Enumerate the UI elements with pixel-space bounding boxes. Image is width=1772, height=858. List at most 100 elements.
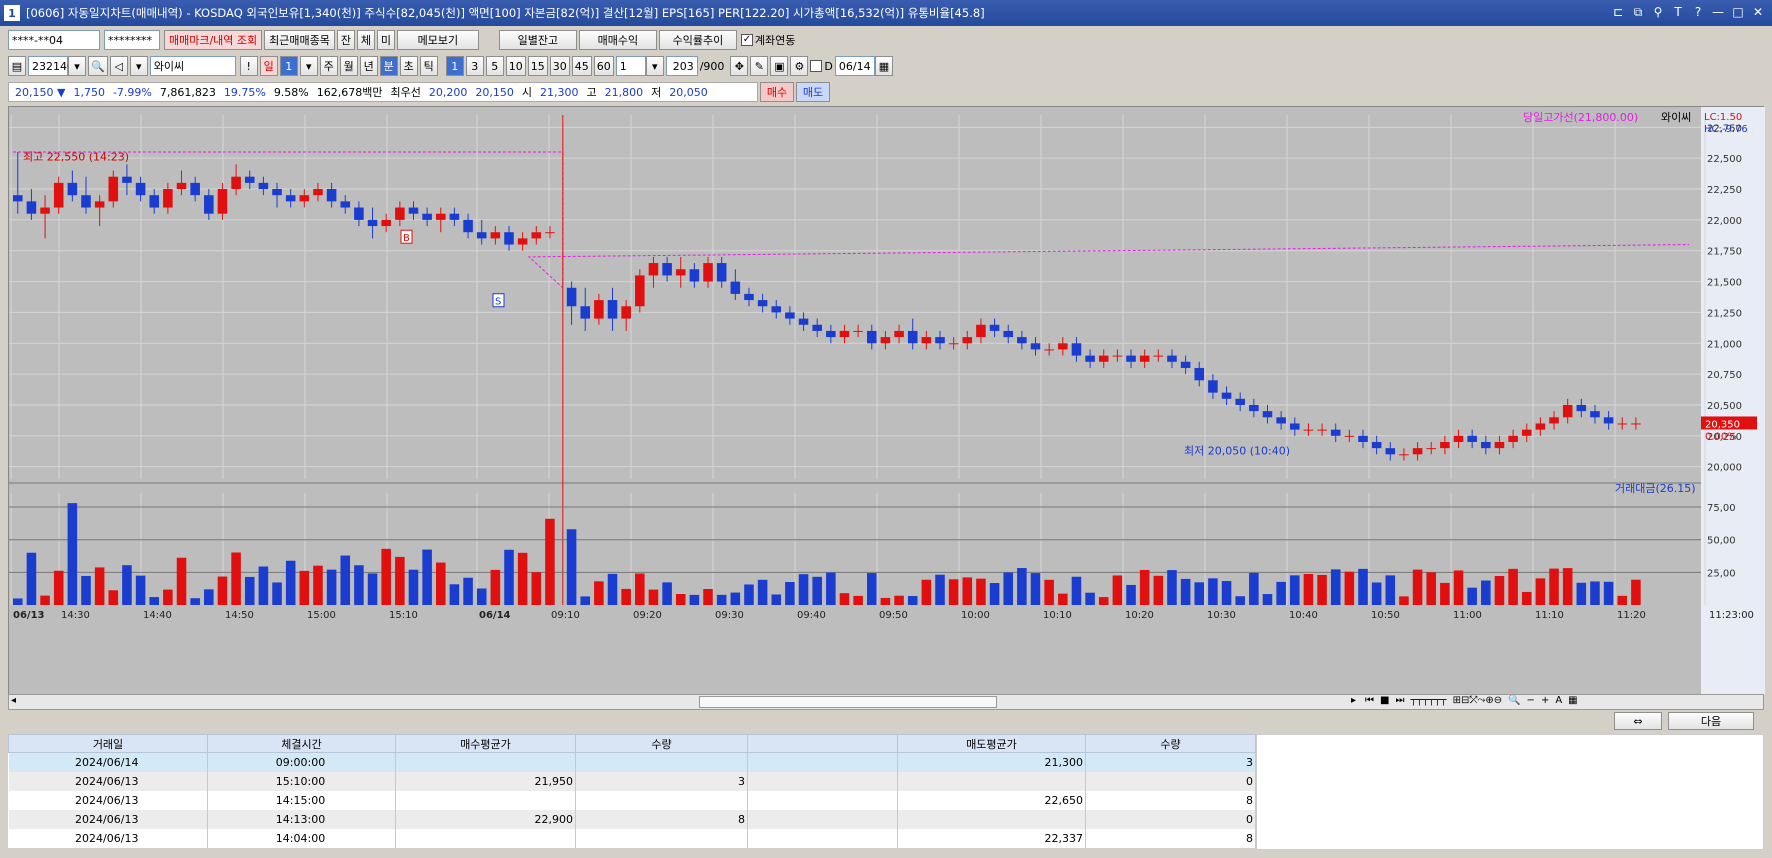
zoom-in-icon[interactable]: 🔍: [1508, 695, 1520, 706]
close-icon[interactable]: ✕: [1750, 4, 1766, 20]
chart-area[interactable]: 22,750 22,500 22,250 22,000 21,750 21,500 21,2…: [8, 106, 1765, 695]
column-header[interactable]: 수량: [1085, 734, 1256, 753]
balance-button[interactable]: 잔: [336, 30, 355, 50]
column-header[interactable]: 수량: [575, 734, 748, 753]
checkbox-checked-icon[interactable]: ✓: [740, 34, 753, 46]
period-second[interactable]: 초: [399, 56, 418, 76]
minute-60[interactable]: 60: [593, 56, 614, 76]
volume-bar: [1071, 576, 1082, 605]
minimize-icon[interactable]: —: [1710, 4, 1726, 20]
memo-button[interactable]: 메모보기: [396, 30, 479, 50]
candle-body: [1249, 404, 1259, 412]
password-field[interactable]: ********: [104, 30, 160, 50]
minute-15[interactable]: 15: [527, 56, 548, 76]
scroll-right-icon[interactable]: ▸: [1351, 695, 1356, 706]
trade-mark-query-button[interactable]: 매매마크/내역 조회: [164, 30, 263, 50]
daily-balance-button[interactable]: 일별잔고: [498, 30, 577, 50]
price-volume-chart[interactable]: 22,75022,50022,25022,00021,75021,50021,2…: [9, 107, 1765, 695]
date-checkbox[interactable]: [810, 60, 823, 72]
count-field[interactable]: 203: [665, 56, 698, 76]
period-tick[interactable]: 틱: [419, 56, 438, 76]
period-week[interactable]: 주: [319, 56, 338, 76]
table-empty-area: [1256, 734, 1764, 850]
table-row[interactable]: 2024/06/13 14:15:00 22,650 8: [8, 790, 1256, 810]
minute-1[interactable]: 1: [445, 56, 464, 76]
period-month[interactable]: 월: [339, 56, 358, 76]
calendar-icon[interactable]: ▦: [874, 56, 893, 76]
toggle-icon[interactable]: ⇔: [1614, 712, 1662, 730]
period-year[interactable]: 년: [359, 56, 378, 76]
trade-profit-button[interactable]: 매매수익: [578, 30, 657, 50]
scroll-thumb[interactable]: [699, 696, 997, 708]
save-icon[interactable]: ▣: [770, 56, 789, 76]
column-header[interactable]: [747, 734, 898, 753]
alert-icon[interactable]: !: [239, 56, 258, 76]
settings-icon[interactable]: ⚙: [790, 56, 809, 76]
next-button[interactable]: 다음: [1668, 712, 1754, 730]
table-row[interactable]: 2024/06/14 09:00:00 21,300 3: [8, 752, 1256, 772]
code-dropdown-icon[interactable]: ▾: [68, 56, 86, 76]
window-title: [0606] 자동일지차트(매매내역) - KOSDAQ 외국인보유[1,340…: [26, 6, 985, 20]
stock-code-field[interactable]: 232140: [28, 56, 74, 76]
volume-bar: [662, 582, 672, 605]
buy-button[interactable]: 매수: [760, 82, 794, 102]
column-header[interactable]: 매수평균가: [395, 734, 576, 753]
link-icon[interactable]: ⊏: [1610, 4, 1626, 20]
account-link-checkbox[interactable]: ✓ 계좌연동: [740, 32, 795, 48]
minute-10[interactable]: 10: [505, 56, 526, 76]
table-row[interactable]: 2024/06/13 14:13:00 22,900 8 0: [8, 809, 1256, 829]
search-icon[interactable]: 🔍: [88, 56, 108, 76]
period-day[interactable]: 일: [259, 56, 278, 76]
filled-button[interactable]: 체: [356, 30, 375, 50]
unit-field[interactable]: 1: [615, 56, 646, 76]
table-row[interactable]: 2024/06/13 14:04:00 22,337 8: [8, 828, 1256, 848]
period-minute[interactable]: 분: [379, 56, 398, 76]
period-dropdown-icon[interactable]: ▾: [299, 56, 318, 76]
minute-3[interactable]: 3: [465, 56, 484, 76]
recent-trades-button[interactable]: 최근매매종목: [264, 30, 335, 50]
copy-icon[interactable]: ⧉: [1630, 4, 1646, 20]
period-day-count[interactable]: 1: [279, 56, 298, 76]
text-icon[interactable]: A: [1555, 695, 1562, 706]
draw-icon[interactable]: ✎: [750, 56, 769, 76]
unfilled-button[interactable]: 미: [376, 30, 395, 50]
plus-icon[interactable]: +: [1541, 695, 1549, 706]
candle-body: [1371, 441, 1382, 449]
volume-bar: [907, 596, 918, 605]
first-page-icon[interactable]: ⏮: [1365, 695, 1374, 706]
zoom-slider-icon[interactable]: ┬┬┬┬┬┬: [1410, 695, 1446, 706]
minute-45[interactable]: 45: [571, 56, 592, 76]
minus-icon[interactable]: −: [1527, 695, 1535, 706]
maximize-icon[interactable]: □: [1730, 4, 1746, 20]
date-field[interactable]: 06/14: [834, 56, 875, 76]
account-field[interactable]: ****-**04: [8, 30, 100, 50]
help-icon[interactable]: ?: [1690, 4, 1706, 20]
play-icon[interactable]: ■: [1380, 695, 1389, 706]
column-header[interactable]: 거래일: [8, 734, 208, 753]
column-header[interactable]: 체결시간: [207, 734, 396, 753]
table-row[interactable]: 2024/06/13 15:10:00 21,950 3 0: [8, 771, 1256, 791]
minute-5[interactable]: 5: [485, 56, 504, 76]
last-page-icon[interactable]: ⏭: [1395, 695, 1404, 706]
minute-30[interactable]: 30: [549, 56, 570, 76]
font-icon[interactable]: T: [1670, 4, 1686, 20]
list-dropdown-icon[interactable]: ▾: [129, 56, 148, 76]
tools-icon[interactable]: ⊞⊟⤱⤳⊕⊖: [1453, 695, 1503, 706]
volume-bar: [1194, 582, 1205, 605]
candle-body: [381, 219, 391, 227]
return-trend-button[interactable]: 수익률추이: [658, 30, 737, 50]
column-header[interactable]: 매도평균가: [897, 734, 1086, 753]
layout-icon[interactable]: ▤: [8, 56, 26, 76]
table-cell: 14:13:00: [207, 809, 396, 829]
speaker-icon[interactable]: ◁: [109, 56, 128, 76]
grid-icon[interactable]: ▦: [1568, 695, 1577, 706]
volume-bar: [948, 579, 959, 605]
stock-name-field[interactable]: 와이씨: [149, 56, 236, 76]
pin-icon[interactable]: ⚲: [1650, 4, 1666, 20]
scroll-left-icon[interactable]: ◂: [11, 695, 16, 706]
chart-scrollbar[interactable]: ◂ ▸ ⏮ ■ ⏭ ┬┬┬┬┬┬ ⊞⊟⤱⤳⊕⊖ 🔍 − + A ▦: [8, 694, 1764, 710]
sell-button[interactable]: 매도: [796, 82, 830, 102]
unit-dropdown-icon[interactable]: ▾: [645, 56, 664, 76]
volume-bar: [703, 588, 713, 605]
cursor-icon[interactable]: ✥: [730, 56, 749, 76]
